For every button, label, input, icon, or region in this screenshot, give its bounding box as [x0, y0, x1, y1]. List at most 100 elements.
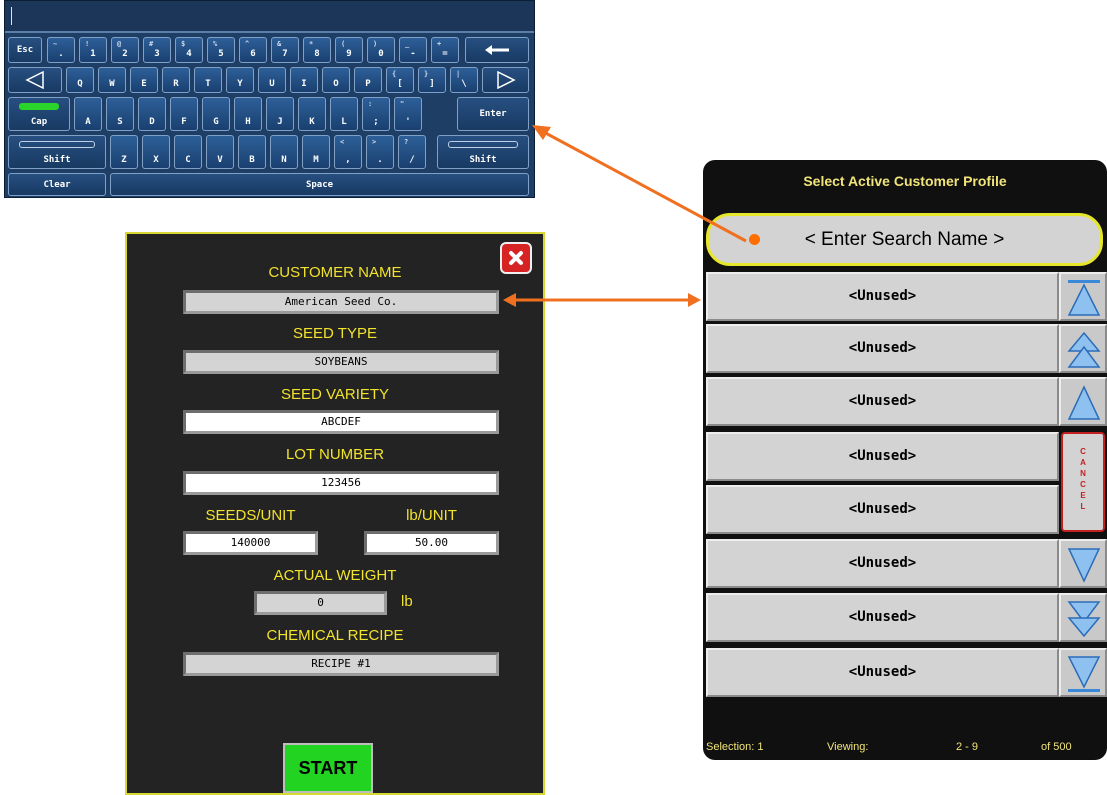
- seed-type-field[interactable]: SOYBEANS: [183, 350, 499, 374]
- key-z[interactable]: Z: [110, 135, 138, 169]
- key-cursor-left[interactable]: [8, 67, 62, 93]
- key-0[interactable]: ) 0: [367, 37, 395, 63]
- scroll-top-button[interactable]: [1059, 272, 1107, 321]
- key-c[interactable]: C: [174, 135, 202, 169]
- key-label: Q: [77, 79, 83, 89]
- actual-weight-label: ACTUAL WEIGHT: [273, 567, 397, 584]
- key-2[interactable]: @2: [111, 37, 139, 63]
- key-s[interactable]: S: [106, 97, 134, 131]
- key-5[interactable]: % 5: [207, 37, 235, 63]
- key-t[interactable]: T: [194, 67, 222, 93]
- key-cursor-right[interactable]: [482, 67, 529, 93]
- key-1[interactable]: ! 1: [79, 37, 107, 63]
- key-shift-right[interactable]: Shift: [437, 135, 529, 169]
- key-left-bracket[interactable]: {[: [386, 67, 414, 93]
- key-equals[interactable]: + =: [431, 37, 459, 63]
- key-y[interactable]: Y: [226, 67, 254, 93]
- lot-number-field[interactable]: 123456: [183, 471, 499, 495]
- key-label: M: [313, 155, 319, 165]
- cancel-letter: N: [1080, 469, 1086, 478]
- scroll-bottom-button[interactable]: [1059, 648, 1107, 697]
- profile-row[interactable]: <Unused>: [706, 272, 1059, 321]
- key-r[interactable]: R: [162, 67, 190, 93]
- search-name-input[interactable]: < Enter Search Name >: [706, 213, 1103, 266]
- key-enter[interactable]: Enter: [457, 97, 529, 131]
- chemical-recipe-field[interactable]: RECIPE #1: [183, 652, 499, 676]
- key-esc[interactable]: Esc: [8, 37, 42, 63]
- key-comma[interactable]: <,: [334, 135, 362, 169]
- key-4[interactable]: $4: [175, 37, 203, 63]
- key-3[interactable]: #3: [143, 37, 171, 63]
- key-k[interactable]: K: [298, 97, 326, 131]
- key-backslash[interactable]: | \: [450, 67, 478, 93]
- line-down-button[interactable]: [1059, 539, 1107, 588]
- key-label: Shift: [469, 155, 497, 165]
- key-shift-label: (: [341, 40, 346, 48]
- key-shift-label: :: [368, 100, 373, 108]
- key-e[interactable]: E: [130, 67, 158, 93]
- key-x[interactable]: X: [142, 135, 170, 169]
- customer-name-field[interactable]: American Seed Co.: [183, 290, 499, 314]
- key-m[interactable]: M: [302, 135, 330, 169]
- key-label: 2: [122, 49, 128, 59]
- key-w[interactable]: W: [98, 67, 126, 93]
- key-minus[interactable]: _ -: [399, 37, 427, 63]
- key-7[interactable]: & 7: [271, 37, 299, 63]
- profile-row[interactable]: <Unused>: [706, 432, 1059, 481]
- key-label: K: [309, 117, 315, 127]
- keyboard-text-input[interactable]: [5, 1, 534, 33]
- page-down-button[interactable]: [1059, 593, 1107, 642]
- key-semicolon[interactable]: :;: [362, 97, 390, 131]
- key-g[interactable]: G: [202, 97, 230, 131]
- seed-variety-field[interactable]: ABCDEF: [183, 410, 499, 434]
- key-clear[interactable]: Clear: [8, 173, 106, 196]
- key-8[interactable]: * 8: [303, 37, 331, 63]
- profile-row[interactable]: <Unused>: [706, 539, 1059, 588]
- key-6[interactable]: ^ 6: [239, 37, 267, 63]
- profile-row[interactable]: <Unused>: [706, 593, 1059, 642]
- key-u[interactable]: U: [258, 67, 286, 93]
- key-period[interactable]: >.: [366, 135, 394, 169]
- key-b[interactable]: B: [238, 135, 266, 169]
- key-9[interactable]: (9: [335, 37, 363, 63]
- key-space[interactable]: Space: [110, 173, 529, 196]
- key-f[interactable]: F: [170, 97, 198, 131]
- key-period-tilde[interactable]: ~.: [47, 37, 75, 63]
- key-d[interactable]: D: [138, 97, 166, 131]
- key-backspace[interactable]: [465, 37, 529, 63]
- key-h[interactable]: H: [234, 97, 262, 131]
- lb-per-unit-field[interactable]: 50.00: [364, 531, 499, 555]
- key-slash[interactable]: ? /: [398, 135, 426, 169]
- customer-name-label: CUSTOMER NAME: [268, 264, 402, 281]
- key-l[interactable]: L: [330, 97, 358, 131]
- key-n[interactable]: N: [270, 135, 298, 169]
- profile-row[interactable]: <Unused>: [706, 324, 1059, 373]
- key-label: \: [461, 79, 467, 89]
- page-up-button[interactable]: [1059, 324, 1107, 373]
- key-shift-label: }: [424, 70, 429, 78]
- seeds-per-unit-field[interactable]: 140000: [183, 531, 318, 555]
- cancel-letter: A: [1080, 458, 1086, 467]
- line-up-button[interactable]: [1059, 377, 1107, 426]
- key-i[interactable]: I: [290, 67, 318, 93]
- key-q[interactable]: Q: [66, 67, 94, 93]
- profile-row[interactable]: <Unused>: [706, 377, 1059, 426]
- key-shift-left[interactable]: Shift: [8, 135, 106, 169]
- key-label: W: [109, 79, 115, 89]
- key-right-bracket[interactable]: }]: [418, 67, 446, 93]
- key-v[interactable]: V: [206, 135, 234, 169]
- key-shift-label: !: [85, 40, 90, 48]
- key-o[interactable]: O: [322, 67, 350, 93]
- key-label: -: [410, 49, 416, 59]
- key-a[interactable]: A: [74, 97, 102, 131]
- profile-row[interactable]: <Unused>: [706, 485, 1059, 534]
- key-label: .: [377, 155, 383, 165]
- profile-row[interactable]: <Unused>: [706, 648, 1059, 697]
- key-shift-label: ": [400, 100, 405, 108]
- cancel-button[interactable]: C A N C E L: [1061, 432, 1105, 532]
- key-caps-lock[interactable]: Cap: [8, 97, 70, 131]
- key-j[interactable]: J: [266, 97, 294, 131]
- key-p[interactable]: P: [354, 67, 382, 93]
- key-quote[interactable]: " ': [394, 97, 422, 131]
- start-button[interactable]: START: [283, 743, 373, 793]
